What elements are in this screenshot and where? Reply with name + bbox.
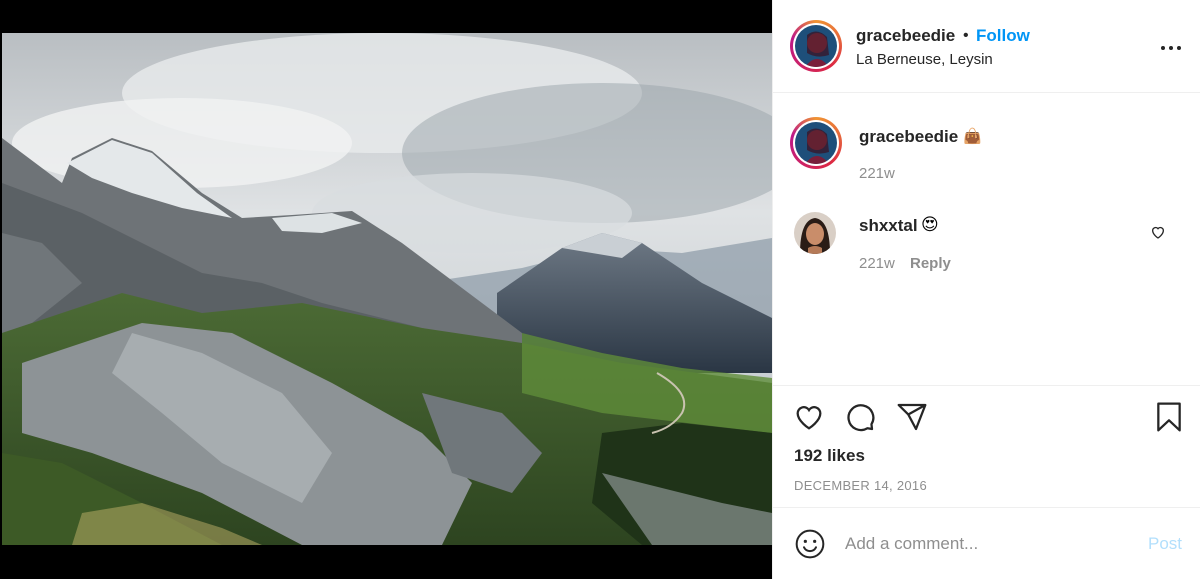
commenter-avatar[interactable] <box>790 117 842 169</box>
emoji-icon[interactable] <box>794 528 826 560</box>
commenter-avatar[interactable] <box>794 212 836 254</box>
likes-count[interactable]: 192 likes <box>794 446 865 466</box>
comment-icon[interactable] <box>844 401 876 433</box>
avatar-image <box>794 212 836 254</box>
comment-age[interactable]: 221w <box>859 165 895 182</box>
comment-text: 👜 <box>963 128 982 145</box>
comment-text: 😍 <box>921 215 939 234</box>
post-date[interactable]: DECEMBER 14, 2016 <box>794 478 927 493</box>
add-comment-bar: Post <box>773 507 1200 579</box>
separator-dot: • <box>963 27 969 44</box>
post-location[interactable]: La Berneuse, Leysin <box>856 51 993 68</box>
author-username[interactable]: gracebeedie <box>856 26 955 46</box>
post-modal: gracebeedie • Follow La Berneuse, Leysin <box>0 0 1200 579</box>
like-heart-icon[interactable] <box>793 401 825 433</box>
mountain-photo <box>2 33 772 545</box>
share-icon[interactable] <box>896 401 928 433</box>
avatar-image <box>795 122 837 164</box>
author-avatar[interactable] <box>790 20 842 72</box>
comment-like-icon[interactable] <box>1150 224 1166 240</box>
save-bookmark-icon[interactable] <box>1153 401 1185 433</box>
photo-pane <box>0 0 772 579</box>
post-actions: 192 likes DECEMBER 14, 2016 <box>773 385 1200 507</box>
comment-username[interactable]: shxxtal <box>859 216 918 236</box>
more-options-icon[interactable] <box>1159 36 1183 60</box>
reply-button[interactable]: Reply <box>910 255 951 272</box>
comment-input[interactable] <box>845 531 1135 557</box>
post-photo[interactable] <box>2 33 772 545</box>
comment-username[interactable]: gracebeedie <box>859 127 958 147</box>
post-comment-button[interactable]: Post <box>1148 534 1182 554</box>
comment-age[interactable]: 221w <box>859 255 895 272</box>
post-header: gracebeedie • Follow La Berneuse, Leysin <box>773 0 1200 93</box>
avatar-image <box>795 25 837 67</box>
post-sidebar: gracebeedie • Follow La Berneuse, Leysin <box>772 0 1200 579</box>
follow-button[interactable]: Follow <box>976 26 1030 46</box>
